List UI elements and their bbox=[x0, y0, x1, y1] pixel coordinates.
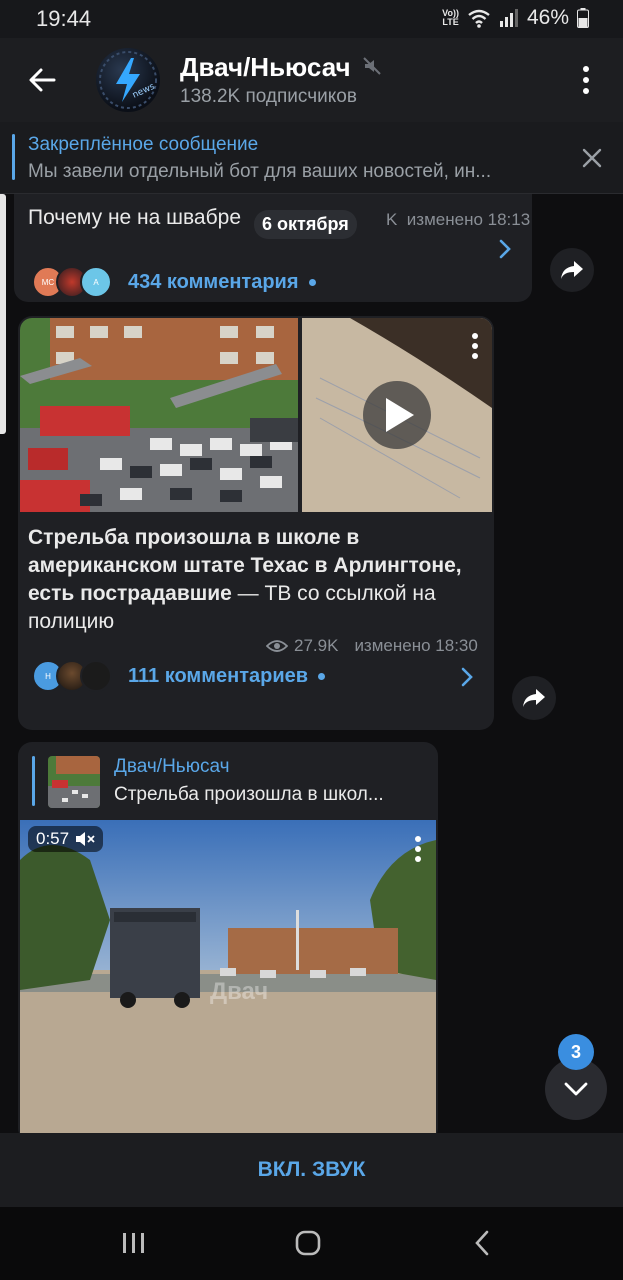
mute-icon bbox=[363, 57, 381, 75]
status-time: 19:44 bbox=[36, 6, 92, 31]
views-count: 27.9K bbox=[294, 636, 339, 655]
comments-count: 434 комментария bbox=[128, 270, 299, 293]
back-nav-icon[interactable] bbox=[470, 1229, 494, 1257]
edited-time: изменено 18:13 bbox=[406, 210, 531, 229]
comments-count: 111 комментариев bbox=[128, 664, 309, 687]
eye-icon bbox=[266, 640, 288, 652]
message-text: Стрельба произошла в школе в американско… bbox=[28, 524, 488, 636]
thumbnail-image bbox=[48, 756, 100, 808]
back-arrow-icon[interactable] bbox=[22, 60, 62, 100]
edited-time: изменено 18:30 bbox=[354, 636, 478, 655]
duration-label: 0:57 bbox=[36, 829, 70, 848]
forward-indicator bbox=[32, 756, 35, 806]
comments-button[interactable]: H 111 комментариев bbox=[32, 660, 326, 692]
video-frame bbox=[20, 820, 436, 1133]
avatar: A bbox=[80, 266, 112, 298]
media-album[interactable] bbox=[20, 318, 492, 512]
pinned-indicator bbox=[12, 134, 15, 180]
chevron-down-icon bbox=[564, 1082, 588, 1096]
channel-title[interactable]: Двач/Ньюсач bbox=[180, 52, 351, 83]
message-bubble[interactable]: Двач/Ньюсач Стрельба произошла в школ...… bbox=[18, 742, 438, 1133]
views-count: K bbox=[386, 210, 398, 229]
unmute-button[interactable]: ВКЛ. ЗВУК bbox=[0, 1133, 623, 1207]
close-icon[interactable] bbox=[580, 146, 604, 170]
channel-avatar[interactable]: news bbox=[96, 48, 160, 112]
system-nav-bar bbox=[0, 1207, 623, 1280]
forward-text: Стрельба произошла в школ... bbox=[114, 784, 384, 805]
avatar bbox=[80, 660, 112, 692]
more-vert-icon[interactable] bbox=[412, 834, 424, 864]
share-button[interactable] bbox=[550, 248, 594, 292]
unread-dot bbox=[308, 278, 316, 286]
message-meta: 27.9K изменено 18:30 bbox=[266, 636, 478, 656]
video-watermark: Двач bbox=[210, 978, 269, 1005]
battery-icon bbox=[577, 8, 589, 28]
message-text: Почему не на швабре bbox=[28, 206, 241, 229]
scrollbar[interactable] bbox=[0, 194, 6, 434]
channel-logo-icon: news bbox=[99, 51, 157, 109]
volte-icon: Vo)) LTE bbox=[442, 8, 459, 27]
date-separator: 6 октября bbox=[254, 210, 357, 239]
status-icons: Vo)) LTE 46% bbox=[442, 6, 589, 30]
message-bubble[interactable]: Стрельба произошла в школе в американско… bbox=[18, 316, 494, 730]
chat-header: news Двач/Ньюсач 138.2K подписчиков bbox=[0, 38, 623, 122]
share-icon bbox=[523, 689, 545, 707]
volume-off-icon bbox=[76, 832, 95, 846]
photo-school-aerial[interactable] bbox=[20, 318, 492, 512]
chevron-right-icon[interactable] bbox=[494, 238, 516, 260]
pinned-title: Закреплённое сообщение bbox=[28, 134, 259, 155]
pinned-text: Мы завели отдельный бот для ваших новост… bbox=[28, 161, 492, 182]
wifi-icon bbox=[468, 9, 490, 28]
share-button[interactable] bbox=[512, 676, 556, 720]
message-list[interactable]: Почему не на швабре K изменено 18:13 MC … bbox=[0, 194, 623, 1133]
home-icon[interactable] bbox=[294, 1229, 322, 1257]
comments-button[interactable]: MC A 434 комментария bbox=[32, 266, 316, 298]
svg-text:news: news bbox=[131, 82, 157, 101]
battery-percent: 46% bbox=[526, 6, 569, 29]
subscriber-count: 138.2K подписчиков bbox=[180, 86, 357, 107]
unread-dot bbox=[318, 672, 326, 680]
more-vert-icon[interactable] bbox=[574, 62, 598, 98]
message-meta: K изменено 18:13 bbox=[386, 210, 530, 230]
share-icon bbox=[561, 261, 583, 279]
unread-badge: 3 bbox=[558, 1034, 594, 1070]
forward-thumbnail[interactable] bbox=[48, 756, 100, 808]
pinned-message[interactable]: Закреплённое сообщение Мы завели отдельн… bbox=[0, 122, 623, 194]
signal-icon bbox=[499, 9, 518, 27]
video-player[interactable]: 0:57 Двач bbox=[20, 820, 436, 1133]
status-bar: 19:44 Vo)) LTE 46% bbox=[0, 0, 623, 38]
recent-apps-icon[interactable] bbox=[120, 1231, 148, 1255]
video-duration[interactable]: 0:57 bbox=[28, 826, 104, 852]
chevron-right-icon[interactable] bbox=[456, 666, 478, 688]
forward-source[interactable]: Двач/Ньюсач bbox=[114, 756, 230, 778]
